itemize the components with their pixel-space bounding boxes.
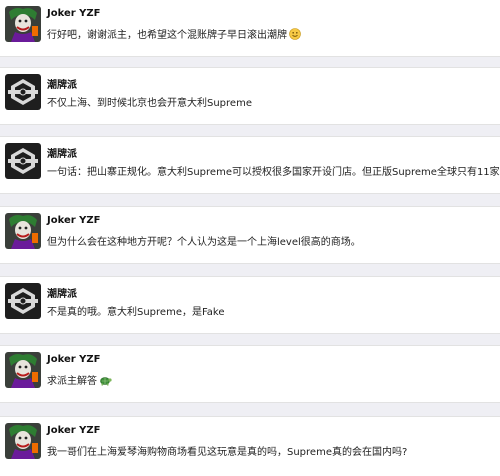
- comment-text-content: 不仅上海、到时候北京也会开意大利Supreme: [47, 98, 252, 109]
- comment-item[interactable]: 潮牌派 不仅上海、到时候北京也会开意大利Supreme: [0, 67, 500, 125]
- chaopaipai-logo-avatar[interactable]: [5, 283, 41, 319]
- joker-avatar[interactable]: [5, 423, 41, 459]
- joker-avatar-image: [5, 213, 41, 249]
- joker-avatar-image: [5, 6, 41, 42]
- comment-author[interactable]: 潮牌派: [47, 285, 77, 300]
- chaopaipai-logo-image: [5, 74, 41, 110]
- comment-text: 一句话：把山寨正规化。意大利Supreme可以授权很多国家开设门店。但正版Sup…: [47, 163, 500, 178]
- comment-text-content: 我一哥们在上海爱琴海购物商场看见这玩意是真的吗，Supreme真的会在国内吗?: [47, 447, 408, 458]
- comment-text-content: 行好吧，谢谢派主，也希望这个混账牌子早日滚出潮牌: [47, 30, 287, 41]
- comment-text-content: 但为什么会在这种地方开呢？个人认为这是一个上海level很高的商场。: [47, 237, 361, 248]
- joker-avatar[interactable]: [5, 213, 41, 249]
- comment-item[interactable]: 潮牌派 不是真的哦。意大利Supreme，是Fake: [0, 276, 500, 334]
- chaopaipai-logo-avatar[interactable]: [5, 74, 41, 110]
- comment-author[interactable]: 潮牌派: [47, 145, 77, 160]
- comment-text: 不仅上海、到时候北京也会开意大利Supreme: [47, 94, 496, 109]
- comment-text: 但为什么会在这种地方开呢？个人认为这是一个上海level很高的商场。: [47, 233, 496, 248]
- joker-avatar[interactable]: [5, 6, 41, 42]
- chaopaipai-logo-image: [5, 283, 41, 319]
- comment-feed: Joker YZF 行好吧，谢谢派主，也希望这个混账牌子早日滚出潮牌 潮牌派 不…: [0, 0, 500, 476]
- comment-author[interactable]: 潮牌派: [47, 76, 77, 91]
- comment-text-content: 不是真的哦。意大利Supreme，是Fake: [47, 307, 225, 318]
- comment-item[interactable]: 潮牌派 一句话：把山寨正规化。意大利Supreme可以授权很多国家开设门店。但正…: [0, 136, 500, 194]
- comment-text: 行好吧，谢谢派主，也希望这个混账牌子早日滚出潮牌: [47, 26, 496, 43]
- comment-text: 求派主解答: [47, 372, 496, 389]
- comment-text-content: 求派主解答: [47, 376, 97, 387]
- chaopaipai-logo-avatar[interactable]: [5, 143, 41, 179]
- turtle-emoji-icon: [99, 374, 112, 389]
- comment-item[interactable]: Joker YZF 我一哥们在上海爱琴海购物商场看见这玩意是真的吗，Suprem…: [0, 416, 500, 476]
- comment-author[interactable]: Joker YZF: [47, 425, 101, 436]
- joker-avatar[interactable]: [5, 352, 41, 388]
- comment-item[interactable]: Joker YZF 但为什么会在这种地方开呢？个人认为这是一个上海level很高…: [0, 206, 500, 264]
- comment-author[interactable]: Joker YZF: [47, 354, 101, 365]
- comment-text-content: 一句话：把山寨正规化。意大利Supreme可以授权很多国家开设门店。但正版Sup…: [47, 167, 500, 178]
- comment-item[interactable]: Joker YZF 求派主解答: [0, 345, 500, 403]
- chaopaipai-logo-image: [5, 143, 41, 179]
- comment-author[interactable]: Joker YZF: [47, 8, 101, 19]
- comment-text: 不是真的哦。意大利Supreme，是Fake: [47, 303, 496, 318]
- comment-item[interactable]: Joker YZF 行好吧，谢谢派主，也希望这个混账牌子早日滚出潮牌: [0, 0, 500, 57]
- joker-avatar-image: [5, 423, 41, 459]
- smile-emoji-icon: [289, 28, 301, 43]
- comment-author[interactable]: Joker YZF: [47, 215, 101, 226]
- joker-avatar-image: [5, 352, 41, 388]
- comment-text: 我一哥们在上海爱琴海购物商场看见这玩意是真的吗，Supreme真的会在国内吗?: [47, 443, 496, 458]
